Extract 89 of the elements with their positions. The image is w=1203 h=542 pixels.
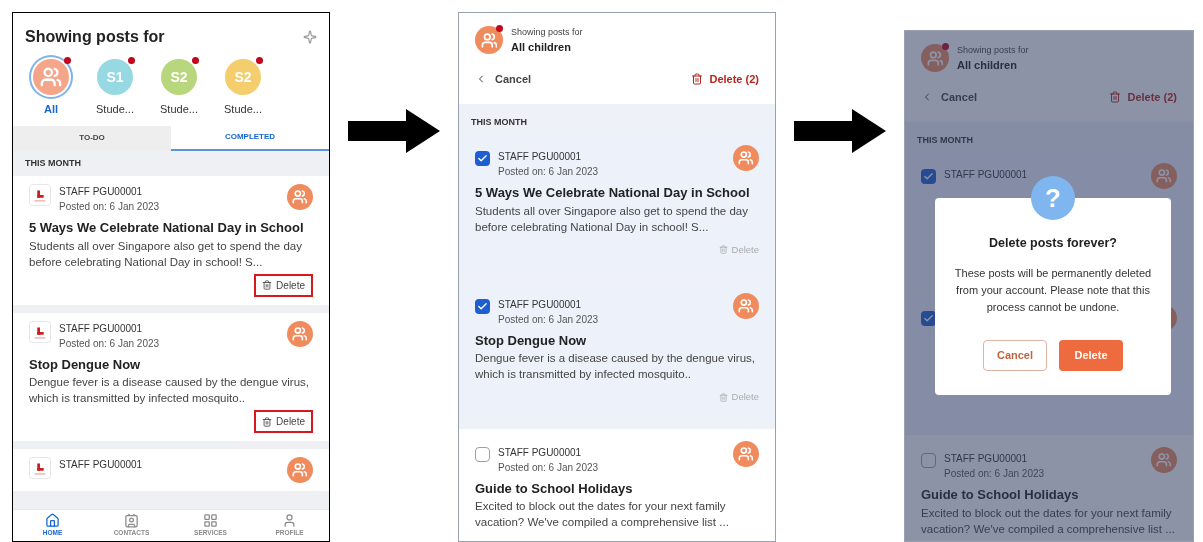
delete-selected-button[interactable]: Delete (2) bbox=[1109, 89, 1177, 106]
question-mark-icon: ? bbox=[1031, 176, 1075, 220]
post-title: 5 Ways We Celebrate National Day in School bbox=[29, 219, 305, 237]
right-arrow-icon bbox=[346, 107, 442, 155]
group-icon bbox=[40, 66, 62, 88]
child-filter[interactable]: S1 Stude... bbox=[89, 57, 141, 118]
checkbox[interactable] bbox=[475, 298, 490, 314]
checkbox[interactable] bbox=[475, 446, 490, 462]
section-heading: THIS MONTH bbox=[24, 156, 82, 170]
group-avatar-icon bbox=[475, 26, 503, 54]
post-author: STAFF PGU00001 bbox=[498, 445, 583, 460]
trash-icon bbox=[262, 280, 273, 290]
post-title: Stop Dengue Now bbox=[475, 331, 588, 350]
check-icon bbox=[923, 171, 934, 182]
nav-icon bbox=[124, 513, 139, 529]
school-logo-icon bbox=[29, 457, 51, 479]
post-date: Posted on: 6 Jan 2023 bbox=[498, 165, 600, 179]
post-author: STAFF PGU00001 bbox=[944, 168, 1029, 182]
trash-icon bbox=[262, 416, 273, 427]
check-icon bbox=[923, 313, 934, 324]
group-avatar-icon bbox=[287, 320, 313, 347]
post-title: Guide to School Holidays bbox=[475, 479, 634, 498]
child-filter[interactable]: S2 Stude... bbox=[153, 57, 205, 118]
post-date: Posted on: 6 Jan 2023 bbox=[498, 460, 600, 475]
dialog-title: Delete posts forever? bbox=[989, 235, 1117, 252]
post-title: 5 Ways We Celebrate National Day in School bbox=[475, 184, 751, 202]
post-excerpt: Students all over Singapore also get to spend the day before celebrating National Day in school! S... bbox=[29, 238, 303, 270]
post-excerpt: Dengue fever is a disease caused by the dengue virus, which is transmitted by infected mosquito.. bbox=[29, 375, 310, 406]
section-heading: THIS MONTH bbox=[916, 133, 974, 147]
group-avatar-icon bbox=[733, 145, 759, 171]
dialog-cancel-button[interactable]: Cancel bbox=[983, 339, 1047, 371]
trash-icon bbox=[718, 245, 728, 255]
post-author: STAFF PGU00001 bbox=[59, 458, 144, 472]
post-author: STAFF PGU00001 bbox=[498, 150, 583, 164]
screen-title: Showing posts for bbox=[25, 27, 165, 47]
post-excerpt: Students all over Singapore also get to spend the day before celebrating National Day in school! S... bbox=[475, 203, 749, 235]
sparkle-icon bbox=[303, 30, 317, 44]
check-icon bbox=[477, 300, 488, 312]
group-avatar-icon bbox=[287, 184, 313, 210]
post-author: STAFF PGU00001 bbox=[944, 452, 1029, 466]
post-date: Posted on: 6 Jan 2023 bbox=[59, 200, 161, 214]
trash-icon bbox=[718, 392, 728, 402]
post-date: Posted on: 6 Jan 2023 bbox=[498, 312, 600, 327]
post-author: STAFF PGU00001 bbox=[59, 321, 144, 336]
nav-icon bbox=[282, 513, 297, 529]
post-title: Guide to School Holidays bbox=[921, 486, 1080, 504]
checkbox[interactable] bbox=[921, 453, 936, 468]
header-audience: All children bbox=[957, 58, 1018, 73]
group-avatar-icon bbox=[921, 44, 949, 72]
cancel-link[interactable]: Cancel bbox=[475, 71, 532, 88]
school-logo-icon bbox=[29, 320, 51, 343]
checkbox[interactable] bbox=[921, 169, 936, 184]
group-avatar-icon bbox=[1151, 447, 1177, 473]
checkbox[interactable] bbox=[475, 151, 490, 166]
header-audience: All children bbox=[511, 40, 572, 55]
child-avatar: S2 bbox=[225, 59, 261, 95]
child-filter[interactable]: All bbox=[25, 57, 77, 118]
group-avatar-icon bbox=[1151, 163, 1177, 189]
cancel-link[interactable]: Cancel bbox=[921, 89, 978, 106]
post-excerpt: Excited to block out the dates for your next family vacation? We've compiled a comprehensive list ... bbox=[475, 499, 730, 530]
group-avatar-icon bbox=[733, 440, 759, 467]
delete-selected-button[interactable]: Delete (2) bbox=[691, 71, 759, 88]
child-filter[interactable]: S2 Stude... bbox=[217, 57, 269, 118]
nav-icon bbox=[45, 513, 60, 529]
child-avatar: S1 bbox=[97, 59, 133, 95]
tab[interactable]: TO-DO bbox=[13, 125, 171, 151]
nav-icon bbox=[203, 513, 218, 529]
delete-button[interactable]: Delete bbox=[254, 410, 313, 433]
group-avatar-icon bbox=[733, 292, 759, 319]
post-author: STAFF PGU00001 bbox=[498, 297, 583, 312]
trash-icon bbox=[1109, 91, 1122, 104]
child-avatar: S2 bbox=[161, 59, 197, 95]
school-logo-icon bbox=[29, 184, 51, 206]
group-avatar-icon bbox=[287, 457, 313, 483]
section-heading: THIS MONTH bbox=[470, 115, 528, 129]
post-excerpt: Dengue fever is a disease caused by the dengue virus, which is transmitted by infected mosquito.. bbox=[475, 351, 756, 383]
check-icon bbox=[477, 153, 488, 164]
post-author: STAFF PGU00001 bbox=[59, 185, 144, 199]
post-date: Posted on: 6 Jan 2023 bbox=[944, 467, 1046, 481]
post-excerpt: Excited to block out the dates for your next family vacation? We've compiled a comprehensive list ... bbox=[921, 505, 1176, 537]
delete-button[interactable]: Delete bbox=[254, 273, 313, 297]
header-caption: Showing posts for bbox=[511, 26, 583, 39]
post-date: Posted on: 6 Jan 2023 bbox=[59, 336, 161, 351]
trash-icon bbox=[691, 73, 704, 86]
post-title: Stop Dengue Now bbox=[29, 355, 142, 374]
header-caption: Showing posts for bbox=[957, 44, 1029, 57]
right-arrow-icon bbox=[792, 107, 888, 155]
confirm-delete-button[interactable]: Delete bbox=[1059, 339, 1123, 371]
dialog-message: These posts will be permanently deleted from your account. Please note that this process cannot be undone. bbox=[953, 265, 1153, 315]
